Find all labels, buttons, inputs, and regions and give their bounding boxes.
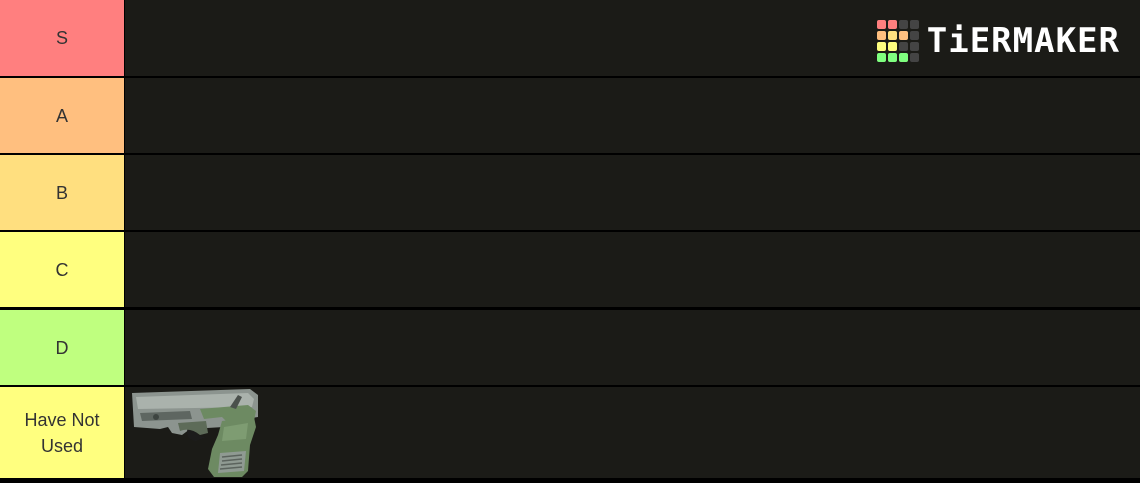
logo-grid-cell [887,42,897,51]
tiermaker-logo: TiERMAKER [876,20,1120,62]
logo-grid-cell [887,20,897,29]
logo-grid-cell [909,31,919,40]
tier-label-have-not-used[interactable]: Have Not Used [0,387,124,478]
tier-row-s: S TiERMAKER [0,0,1140,76]
tier-label-d[interactable]: D [0,310,124,385]
tier-item-pistol[interactable] [130,387,260,478]
logo-grid-cell [876,53,886,62]
logo-grid-cell [909,42,919,51]
logo-wordmark: TiERMAKER [926,21,1120,61]
tier-label-s[interactable]: S [0,0,124,76]
logo-grid-cell [898,31,908,40]
tier-row-d: D [0,310,1140,385]
tier-board: S TiERMAKER A B C D Have Not Used [0,0,1140,478]
tier-row-a: A [0,78,1140,153]
logo-grid-cell [876,42,886,51]
logo-grid-cell [909,53,919,62]
logo-grid-cell [887,53,897,62]
tier-drop-zone-s[interactable]: TiERMAKER [125,0,1140,76]
pistol-icon [132,389,258,477]
tier-row-have-not-used: Have Not Used [0,387,1140,478]
tier-row-c: C [0,232,1140,307]
logo-grid-cell [898,20,908,29]
logo-grid-cell [887,31,897,40]
tier-label-b[interactable]: B [0,155,124,230]
tier-drop-zone-d[interactable] [125,310,1140,385]
tier-drop-zone-c[interactable] [125,232,1140,307]
tier-row-b: B [0,155,1140,230]
tier-label-c[interactable]: C [0,232,124,307]
logo-grid-cell [898,53,908,62]
logo-grid-cell [909,20,919,29]
logo-grid-icon [876,20,919,62]
tier-drop-zone-have-not-used[interactable] [125,387,1140,478]
tier-label-a[interactable]: A [0,78,124,153]
logo-grid-cell [876,31,886,40]
logo-grid-cell [876,20,886,29]
tier-drop-zone-b[interactable] [125,155,1140,230]
logo-grid-cell [898,42,908,51]
tier-drop-zone-a[interactable] [125,78,1140,153]
